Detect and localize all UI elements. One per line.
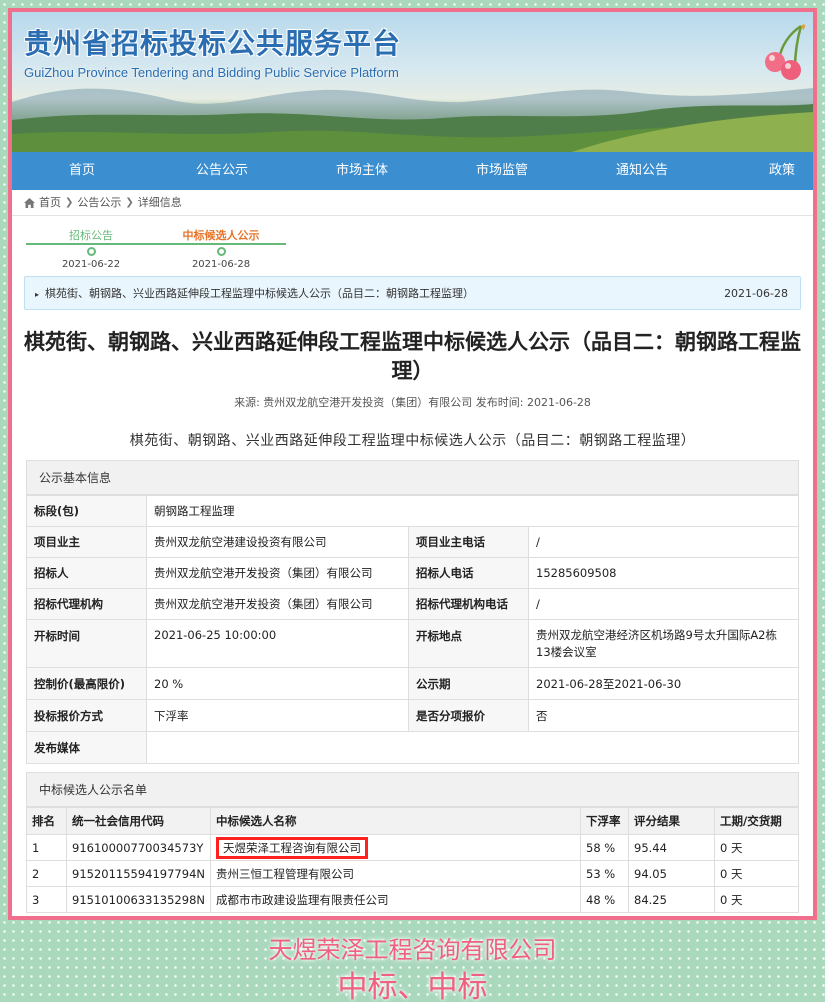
- info-value: 否: [528, 699, 799, 732]
- cell-code: 91520115594197794N: [66, 860, 211, 887]
- info-value: 20 %: [146, 667, 409, 700]
- table-row: 2 91520115594197794N 贵州三恒工程管理有限公司 53 % 9…: [26, 860, 799, 887]
- table-row: 1 91610000770034573Y 天煜荣泽工程咨询有限公司 58 % 9…: [26, 834, 799, 861]
- site-title: 贵州省招标投标公共服务平台: [24, 27, 402, 60]
- info-value: 2021-06-28至2021-06-30: [528, 667, 799, 700]
- info-label: 发布媒体: [26, 731, 147, 764]
- nav-announcements[interactable]: 公告公示: [152, 152, 292, 190]
- info-label: 是否分项报价: [408, 699, 529, 732]
- timeline-step-date: 2021-06-22: [61, 259, 121, 270]
- info-value: 2021-06-25 10:00:00: [146, 619, 409, 668]
- article-title: 棋苑街、朝钢路、兴业西路延伸段工程监理中标候选人公示（品目二：朝钢路工程监理）: [24, 330, 801, 383]
- column-header: 评分结果: [628, 807, 715, 835]
- column-header: 统一社会信用代码: [66, 807, 211, 835]
- info-label: 招标人电话: [408, 557, 529, 589]
- info-value: 贵州双龙航空港经济区机场路9号太升国际A2栋13楼会议室: [528, 619, 799, 668]
- info-value: 15285609508: [528, 557, 799, 589]
- home-icon: [24, 197, 35, 208]
- cell-rank: 2: [26, 860, 67, 887]
- cell-rank: 1: [26, 834, 67, 861]
- timeline-step-label: 中标候选人公示: [182, 229, 260, 242]
- cell-name: 贵州三恒工程管理有限公司: [210, 860, 581, 887]
- notice-title: ▸ 棋苑街、朝钢路、兴业西路延伸段工程监理中标候选人公示（品目二：朝钢路工程监理）: [35, 285, 474, 301]
- cell-period: 0 天: [714, 834, 799, 861]
- highlighted-winner-name: 天煜荣泽工程咨询有限公司: [216, 836, 368, 859]
- chevron-right-icon: ❯: [125, 196, 134, 208]
- cell-period: 0 天: [714, 860, 799, 887]
- nav-market-entities[interactable]: 市场主体: [292, 152, 432, 190]
- site-banner: 贵州省招标投标公共服务平台 GuiZhou Province Tendering…: [12, 12, 813, 152]
- info-label: 标段(包): [26, 495, 147, 527]
- article-subtitle: 棋苑街、朝钢路、兴业西路延伸段工程监理中标候选人公示（品目二：朝钢路工程监理）: [129, 433, 696, 449]
- info-value: 朝钢路工程监理: [146, 495, 799, 527]
- cell-rate: 53 %: [580, 860, 629, 887]
- cell-code: 91610000770034573Y: [66, 834, 211, 861]
- breadcrumb-announcements[interactable]: 公告公示: [77, 190, 121, 216]
- notice-bar[interactable]: ▸ 棋苑街、朝钢路、兴业西路延伸段工程监理中标候选人公示（品目二：朝钢路工程监理）…: [24, 276, 801, 310]
- nav-notices[interactable]: 通知公告: [572, 152, 712, 190]
- breadcrumb: 首页 ❯ 公告公示 ❯ 详细信息: [12, 190, 813, 216]
- cell-rank: 3: [26, 886, 67, 913]
- cell-code: 91510100633135298N: [66, 886, 211, 913]
- column-header: 下浮率: [580, 807, 629, 835]
- cell-rate: 48 %: [580, 886, 629, 913]
- cell-score: 94.05: [628, 860, 715, 887]
- breadcrumb-current: 详细信息: [137, 195, 182, 209]
- info-label: 开标地点: [408, 619, 529, 668]
- overlay-winner-caption: 中标、中标: [337, 970, 488, 1002]
- pink-frame: 贵州省招标投标公共服务平台 GuiZhou Province Tendering…: [8, 8, 817, 920]
- basic-info-table: 标段(包) 朝钢路工程监理 项目业主 贵州双龙航空港建设投资有限公司 项目业主电…: [26, 495, 799, 764]
- cell-score: 95.44: [628, 834, 715, 861]
- nav-home[interactable]: 首页: [12, 152, 152, 190]
- info-label: 项目业主: [26, 526, 147, 558]
- info-label: 公示期: [408, 667, 529, 700]
- candidates-table: 排名 统一社会信用代码 中标候选人名称 下浮率 评分结果 工期/交货期 1 91…: [26, 807, 799, 913]
- cell-rate: 58 %: [580, 834, 629, 861]
- column-header: 中标候选人名称: [210, 807, 581, 835]
- cell-name: 天煜荣泽工程咨询有限公司: [210, 834, 581, 861]
- column-header: 工期/交货期: [714, 807, 799, 835]
- process-timeline: 招标公告 2021-06-22 中标候选人公示 2021-06-28: [12, 216, 813, 276]
- nav-market-supervision[interactable]: 市场监管: [432, 152, 572, 190]
- candidates-heading: 中标候选人公示名单: [26, 772, 799, 807]
- breadcrumb-home[interactable]: 首页: [39, 190, 61, 216]
- site-subtitle: GuiZhou Province Tendering and Bidding P…: [24, 65, 399, 80]
- timeline-dot: [86, 247, 96, 256]
- info-value: /: [528, 526, 799, 558]
- info-label: 控制价(最高限价): [26, 667, 147, 700]
- timeline-step-candidates[interactable]: 中标候选人公示 2021-06-28: [156, 216, 286, 270]
- info-label: 招标代理机构: [26, 588, 147, 620]
- nav-policy[interactable]: 政策: [712, 152, 813, 190]
- notice-date: 2021-06-28: [724, 286, 788, 300]
- info-value: [146, 731, 799, 764]
- timeline-step-label: 招标公告: [69, 229, 113, 242]
- info-label: 开标时间: [26, 619, 147, 668]
- info-label: 招标代理机构电话: [408, 588, 529, 620]
- info-value: 贵州双龙航空港建设投资有限公司: [146, 526, 409, 558]
- info-value: 贵州双龙航空港开发投资（集团）有限公司: [146, 588, 409, 620]
- bullet-icon: ▸: [35, 290, 40, 299]
- article-meta: 来源: 贵州双龙航空港开发投资（集团）有限公司 发布时间: 2021-06-28: [234, 396, 591, 409]
- info-label: 项目业主电话: [408, 526, 529, 558]
- chevron-right-icon: ❯: [65, 196, 74, 208]
- info-label: 招标人: [26, 557, 147, 589]
- cell-period: 0 天: [714, 886, 799, 913]
- page-content: 贵州省招标投标公共服务平台 GuiZhou Province Tendering…: [12, 12, 813, 916]
- info-value: 下浮率: [146, 699, 409, 732]
- basic-info-heading: 公示基本信息: [26, 460, 799, 495]
- table-row: 3 91510100633135298N 成都市市政建设监理有限责任公司 48 …: [26, 886, 799, 913]
- timeline-dot: [216, 247, 226, 256]
- info-label: 投标报价方式: [26, 699, 147, 732]
- cell-name: 成都市市政建设监理有限责任公司: [210, 886, 581, 913]
- cherry-logo: [765, 24, 806, 80]
- cell-score: 84.25: [628, 886, 715, 913]
- notice-text: 棋苑街、朝钢路、兴业西路延伸段工程监理中标候选人公示（品目二：朝钢路工程监理）: [45, 287, 475, 300]
- main-nav: 首页 公告公示 市场主体 市场监管 通知公告 政策: [12, 152, 813, 190]
- timeline-step-tender[interactable]: 招标公告 2021-06-22: [26, 216, 156, 270]
- overlay-company-name: 天煜荣泽工程咨询有限公司: [268, 936, 557, 964]
- column-header: 排名: [26, 807, 67, 835]
- timeline-step-date: 2021-06-28: [191, 259, 251, 270]
- info-value: 贵州双龙航空港开发投资（集团）有限公司: [146, 557, 409, 589]
- info-value: /: [528, 588, 799, 620]
